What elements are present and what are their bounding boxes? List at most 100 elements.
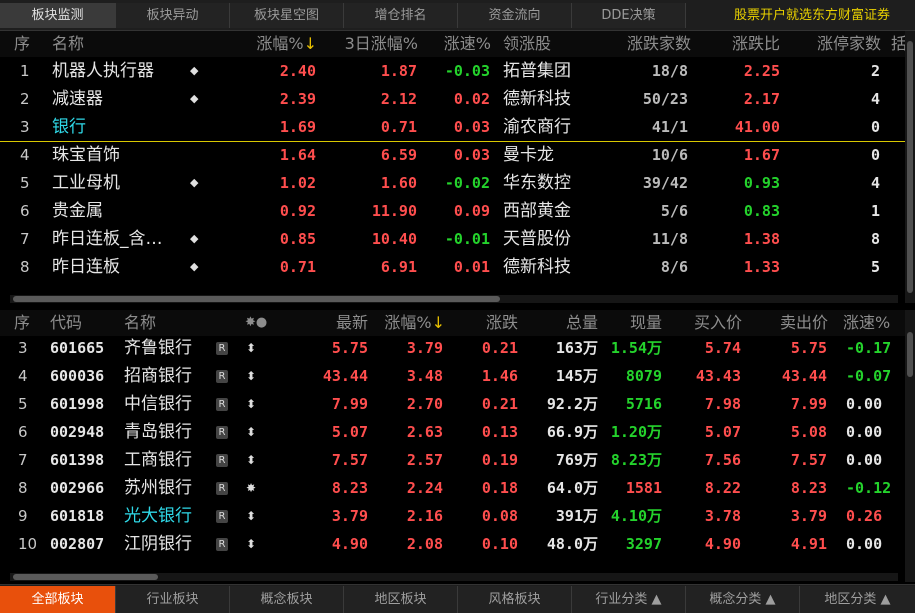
leader-stock[interactable]: 拓普集团	[503, 57, 571, 85]
col-bid[interactable]: 买入价	[694, 310, 742, 336]
sector-name[interactable]: 昨日连板	[52, 253, 120, 281]
stock-row[interactable]: 9 601818 光大银行 R ⬍ 3.79 2.16 0.08 391万 4.10万 3.78 3.…	[0, 502, 905, 530]
col-idx[interactable]: 序	[14, 31, 30, 57]
tab-all-sectors[interactable]: 全部板块	[0, 586, 116, 613]
stock-hscroll-thumb[interactable]	[13, 574, 158, 580]
col-change-pct[interactable]: 涨幅%↓	[384, 310, 445, 336]
col-change-pct[interactable]: 涨幅%↓	[256, 31, 317, 57]
col-speed[interactable]: 涨速%	[843, 310, 890, 336]
stock-name[interactable]: 苏州银行	[124, 474, 192, 502]
top-tab-bar: 板块监测 板块异动 板块星空图 增仓排名 资金流向 DDE决策 股票开户就选东方…	[0, 0, 915, 31]
col-name[interactable]: 名称	[52, 31, 84, 57]
stock-name[interactable]: 江阴银行	[124, 530, 192, 558]
stock-code[interactable]: 002966	[50, 474, 104, 502]
tab-position-rank[interactable]: 增仓排名	[344, 3, 458, 28]
col-leader[interactable]: 领涨股	[503, 31, 551, 57]
leader-stock[interactable]: 天普股份	[503, 225, 571, 253]
sector-name[interactable]: 银行	[52, 113, 86, 141]
stock-code[interactable]: 002948	[50, 418, 104, 446]
stock-name[interactable]: 中信银行	[124, 390, 192, 418]
leader-stock[interactable]: 华东数控	[503, 169, 571, 197]
3day-change: 0.71	[380, 118, 417, 136]
stock-vscroll[interactable]	[905, 310, 915, 582]
stock-vscroll-thumb[interactable]	[907, 332, 913, 377]
stock-hscroll[interactable]	[10, 573, 898, 581]
stock-name[interactable]: 光大银行	[124, 502, 192, 530]
leader-stock[interactable]: 渝农商行	[503, 113, 571, 141]
stock-name[interactable]: 齐鲁银行	[124, 334, 192, 362]
stock-row[interactable]: 5 601998 中信银行 R ⬍ 7.99 2.70 0.21 92.2万 5716 7.98 7.…	[0, 390, 905, 418]
sector-vscroll[interactable]	[905, 31, 915, 303]
col-updown-ratio[interactable]: 涨跌比	[732, 31, 780, 57]
col-updown-count[interactable]: 涨跌家数	[627, 31, 691, 57]
leader-stock[interactable]: 德新科技	[503, 253, 571, 281]
col-limitup-count[interactable]: 涨停家数	[817, 31, 881, 57]
stock-code[interactable]: 600036	[50, 362, 104, 390]
stock-row[interactable]: 4 600036 招商银行 R ⬍ 43.44 3.48 1.46 145万 8079 43.43 4…	[0, 362, 905, 390]
stock-name[interactable]: 招商银行	[124, 362, 192, 390]
sector-row[interactable]: 8 昨日连板 ◆ 0.71 6.91 0.01 德新科技 8/6 1.33 5	[0, 253, 905, 281]
col-current-volume[interactable]: 现量	[630, 310, 662, 336]
tab-industry-sectors[interactable]: 行业板块	[116, 586, 230, 613]
stock-code[interactable]: 601398	[50, 446, 104, 474]
stock-row[interactable]: 8 002966 苏州银行 R ✸ 8.23 2.24 0.18 64.0万 1581 8.22 8.…	[0, 474, 905, 502]
sector-name[interactable]: 工业母机	[52, 169, 120, 197]
tab-fund-flow[interactable]: 资金流向	[458, 3, 572, 28]
tab-industry-category[interactable]: 行业分类 ▲	[572, 586, 686, 613]
leader-stock[interactable]: 德新科技	[503, 85, 571, 113]
sector-row[interactable]: 4 珠宝首饰 1.64 6.59 0.03 曼卡龙 10/6 1.67 0	[0, 141, 905, 169]
stock-row[interactable]: 10 002807 江阴银行 R ⬍ 4.90 2.08 0.10 48.0万 3297 4.90 4…	[0, 530, 905, 558]
stock-code[interactable]: 601665	[50, 334, 104, 362]
current-volume: 8079	[625, 367, 662, 385]
sector-name[interactable]: 机器人执行器	[52, 57, 154, 85]
stock-row[interactable]: 3 601665 齐鲁银行 R ⬍ 5.75 3.79 0.21 163万 1.54万 5.74 5.…	[0, 334, 905, 362]
stock-name[interactable]: 青岛银行	[124, 418, 192, 446]
updown-icon: ⬍	[246, 537, 257, 551]
col-change[interactable]: 涨跌	[486, 310, 518, 336]
current-volume: 5716	[625, 395, 662, 413]
ad-link[interactable]: 股票开户就选东方财富证券	[734, 3, 890, 28]
col-code[interactable]: 代码	[50, 310, 82, 336]
col-last[interactable]: 最新	[336, 310, 368, 336]
sector-vscroll-thumb[interactable]	[907, 41, 913, 293]
tab-dde[interactable]: DDE决策	[572, 3, 686, 28]
tab-sector-anomaly[interactable]: 板块异动	[116, 3, 230, 28]
sector-row[interactable]: 5 工业母机 ◆ 1.02 1.60 -0.02 华东数控 39/42 0.93 4	[0, 169, 905, 197]
tab-region-sectors[interactable]: 地区板块	[344, 586, 458, 613]
sector-row[interactable]: 3 银行 1.69 0.71 0.03 渝农商行 41/1 41.00 0	[0, 113, 905, 141]
tab-sector-starmap[interactable]: 板块星空图	[230, 3, 344, 28]
col-name[interactable]: 名称	[124, 310, 156, 336]
col-3day-change[interactable]: 3日涨幅%	[345, 31, 418, 57]
stock-code[interactable]: 601998	[50, 390, 104, 418]
tab-style-sectors[interactable]: 风格板块	[458, 586, 572, 613]
col-idx[interactable]: 序	[14, 310, 30, 336]
tab-concept-category[interactable]: 概念分类 ▲	[686, 586, 800, 613]
sector-name[interactable]: 珠宝首饰	[52, 141, 120, 169]
stock-code[interactable]: 601818	[50, 502, 104, 530]
col-ask[interactable]: 卖出价	[780, 310, 828, 336]
tab-sector-monitor[interactable]: 板块监测	[0, 3, 116, 28]
sector-hscroll[interactable]	[10, 295, 898, 303]
tab-region-category[interactable]: 地区分类 ▲	[800, 586, 915, 613]
sector-row[interactable]: 1 机器人执行器 ◆ 2.40 1.87 -0.03 拓普集团 18/8 2.25 2	[0, 57, 905, 85]
updown-count: 39/42	[642, 174, 688, 192]
stock-row[interactable]: 6 002948 青岛银行 R ⬍ 5.07 2.63 0.13 66.9万 1.20万 5.07 5…	[0, 418, 905, 446]
r-badge-icon: R	[216, 342, 228, 355]
col-flags-icon[interactable]: ✸●	[245, 310, 267, 336]
sector-row[interactable]: 6 贵金属 0.92 11.90 0.09 西部黄金 5/6 0.83 1	[0, 197, 905, 225]
col-speed[interactable]: 涨速%	[444, 31, 491, 57]
stock-name[interactable]: 工商银行	[124, 446, 192, 474]
leader-stock[interactable]: 西部黄金	[503, 197, 571, 225]
sector-name[interactable]: 昨日连板_含…	[52, 225, 163, 253]
updown-ratio: 2.17	[743, 90, 780, 108]
col-volume[interactable]: 总量	[566, 310, 598, 336]
leader-stock[interactable]: 曼卡龙	[503, 141, 554, 169]
stock-code[interactable]: 002807	[50, 530, 104, 558]
sector-hscroll-thumb[interactable]	[13, 296, 500, 302]
stock-row[interactable]: 7 601398 工商银行 R ⬍ 7.57 2.57 0.19 769万 8.23万 7.56 7.…	[0, 446, 905, 474]
sector-name[interactable]: 贵金属	[52, 197, 103, 225]
sector-row[interactable]: 7 昨日连板_含… ◆ 0.85 10.40 -0.01 天普股份 11/8 1.38 8	[0, 225, 905, 253]
sector-name[interactable]: 减速器	[52, 85, 103, 113]
sector-row[interactable]: 2 减速器 ◆ 2.39 2.12 0.02 德新科技 50/23 2.17 4	[0, 85, 905, 113]
tab-concept-sectors[interactable]: 概念板块	[230, 586, 344, 613]
